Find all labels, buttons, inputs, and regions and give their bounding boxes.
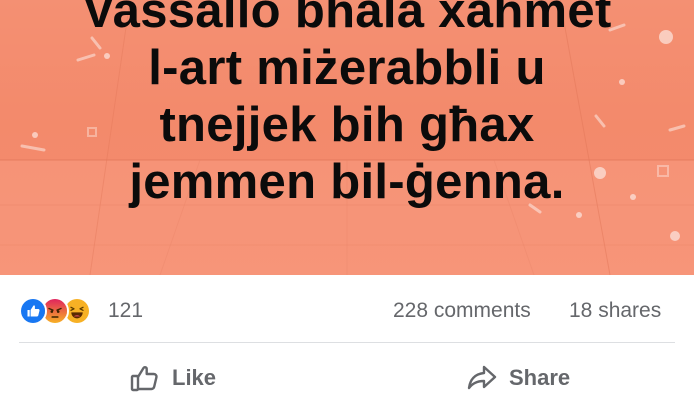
post-text-line: Vassallo bħala xaħmet [82, 0, 612, 38]
share-arrow-icon [464, 360, 500, 396]
shares-count-link[interactable]: 18 shares [569, 299, 661, 323]
share-button-label: Share [509, 365, 571, 390]
post-text: Vassallo bħala xaħmet l-art miżerabbli u… [0, 0, 694, 211]
post-stats-row: 121 228 comments 18 shares [0, 288, 694, 332]
thumbs-up-icon [127, 360, 163, 396]
like-icon [19, 297, 47, 325]
like-button-label: Like [172, 365, 217, 390]
post-text-line: tnejjek bih għax [159, 98, 535, 152]
post-image[interactable]: Vassallo bħala xaħmet l-art miżerabbli u… [0, 0, 694, 275]
post-text-line: jemmen bil-ġenna. [129, 155, 565, 209]
post-text-line: l-art miżerabbli u [148, 41, 546, 95]
like-button[interactable]: Like [127, 360, 216, 396]
divider [19, 342, 675, 343]
reaction-count[interactable]: 121 [108, 299, 143, 323]
comments-count-link[interactable]: 228 comments [393, 299, 531, 323]
share-button[interactable]: Share [464, 360, 570, 396]
